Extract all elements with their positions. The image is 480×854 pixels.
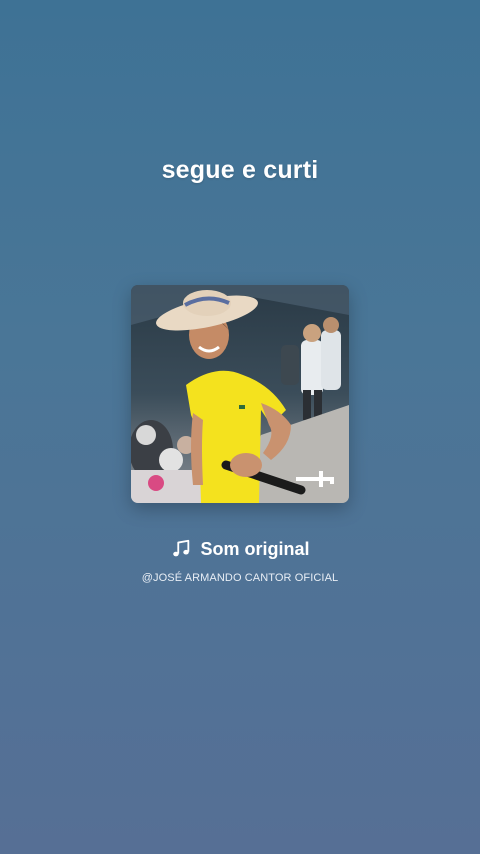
album-cover-image[interactable] — [131, 285, 349, 503]
music-note-icon — [170, 538, 192, 560]
sound-author[interactable]: @JOSÉ ARMANDO CANTOR OFICIAL — [0, 572, 480, 584]
sound-info-row[interactable]: Som original — [0, 538, 480, 560]
sound-title: Som original — [200, 538, 310, 559]
video-caption: segue e curti — [161, 156, 319, 184]
